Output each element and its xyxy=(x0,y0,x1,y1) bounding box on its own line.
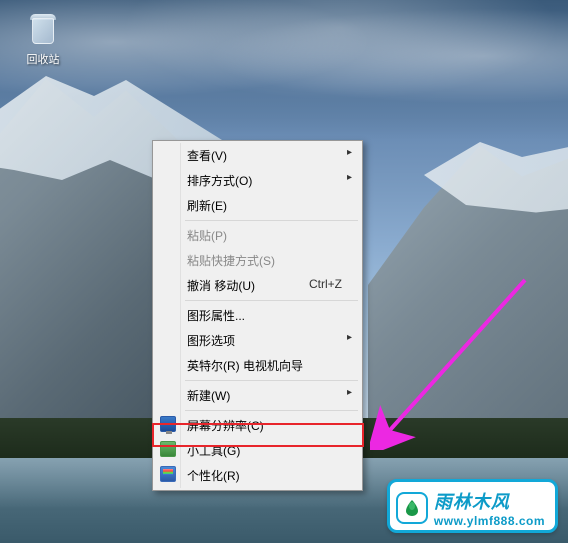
menu-label: 刷新(E) xyxy=(187,199,227,213)
watermark-badge: 雨林木风 www.ylmf888.com xyxy=(387,479,558,533)
recycle-bin-label: 回收站 xyxy=(18,51,68,67)
watermark-brand: 雨林木风 xyxy=(434,488,545,514)
desktop-context-menu: 查看(V) 排序方式(O) 刷新(E) 粘贴(P) 粘贴快捷方式(S) 撤消 移… xyxy=(152,140,363,491)
menu-item-intel-tv-wizard[interactable]: 英特尔(R) 电视机向导 xyxy=(155,353,360,378)
menu-item-refresh[interactable]: 刷新(E) xyxy=(155,193,360,218)
menu-separator xyxy=(185,220,358,221)
recycle-bin-desktop-icon[interactable]: 回收站 xyxy=(18,10,68,67)
recycle-bin-icon xyxy=(24,10,62,48)
gadget-icon xyxy=(160,441,176,457)
menu-shortcut: Ctrl+Z xyxy=(309,277,342,291)
menu-item-graphics-options[interactable]: 图形选项 xyxy=(155,328,360,353)
watermark-url: www.ylmf888.com xyxy=(434,514,545,528)
menu-separator xyxy=(185,300,358,301)
menu-label: 粘贴快捷方式(S) xyxy=(187,254,275,268)
menu-label: 英特尔(R) 电视机向导 xyxy=(187,359,303,373)
menu-item-new[interactable]: 新建(W) xyxy=(155,383,360,408)
menu-item-personalize[interactable]: 个性化(R) xyxy=(155,463,360,488)
menu-item-gadgets[interactable]: 小工具(G) xyxy=(155,438,360,463)
menu-label: 粘贴(P) xyxy=(187,229,227,243)
menu-separator xyxy=(185,410,358,411)
menu-item-paste: 粘贴(P) xyxy=(155,223,360,248)
menu-item-screen-resolution[interactable]: 屏幕分辨率(C) xyxy=(155,413,360,438)
menu-item-undo-move[interactable]: 撤消 移动(U) Ctrl+Z xyxy=(155,273,360,298)
menu-label: 图形选项 xyxy=(187,334,235,348)
menu-item-view[interactable]: 查看(V) xyxy=(155,143,360,168)
monitor-icon xyxy=(160,416,176,432)
menu-label: 小工具(G) xyxy=(187,444,240,458)
menu-label: 图形属性... xyxy=(187,309,245,323)
menu-item-paste-shortcut: 粘贴快捷方式(S) xyxy=(155,248,360,273)
menu-item-sort[interactable]: 排序方式(O) xyxy=(155,168,360,193)
personalize-icon xyxy=(160,466,176,482)
windows-desktop[interactable]: 回收站 查看(V) 排序方式(O) 刷新(E) 粘贴(P) 粘贴快捷方式(S) … xyxy=(0,0,568,543)
menu-label: 屏幕分辨率(C) xyxy=(187,419,264,433)
watermark-logo-icon xyxy=(396,492,428,524)
menu-item-graphics-properties[interactable]: 图形属性... xyxy=(155,303,360,328)
watermark-text: 雨林木风 www.ylmf888.com xyxy=(434,488,545,528)
menu-label: 排序方式(O) xyxy=(187,174,252,188)
menu-label: 撤消 移动(U) xyxy=(187,279,255,293)
menu-label: 个性化(R) xyxy=(187,469,240,483)
menu-label: 新建(W) xyxy=(187,389,230,403)
menu-separator xyxy=(185,380,358,381)
menu-label: 查看(V) xyxy=(187,149,227,163)
